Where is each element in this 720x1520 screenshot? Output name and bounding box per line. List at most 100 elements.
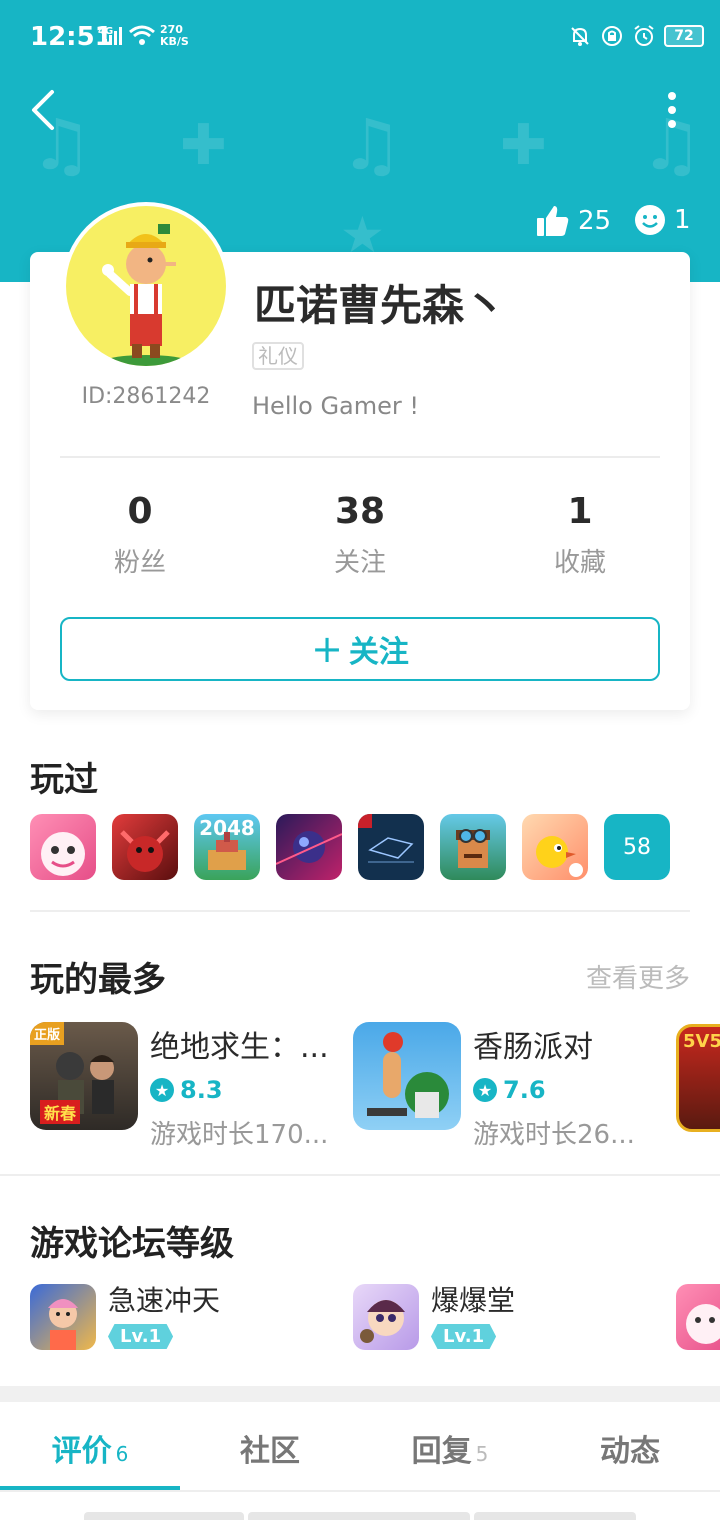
- tab-activity[interactable]: 动态: [540, 1426, 720, 1470]
- follow-button[interactable]: + 关注: [60, 617, 660, 681]
- partial-forum-game-icon[interactable]: [676, 1284, 720, 1350]
- like-count-value: 25: [578, 206, 612, 236]
- tab-count: 5: [475, 1442, 489, 1466]
- play-time: 游戏时长26...: [473, 1120, 635, 1150]
- gamepad-decoration-icon: ✚: [500, 113, 547, 178]
- partial-game-icon[interactable]: 5V5: [676, 1024, 720, 1132]
- 2048-game-icon[interactable]: 2048: [194, 814, 260, 880]
- status-bar: 12:51 4G 270 KB/S 72: [0, 0, 720, 72]
- tab-label: 回复: [411, 1434, 472, 1469]
- content-card-edge: [474, 1512, 636, 1520]
- signal-icon: [104, 27, 122, 45]
- forum-level-item[interactable]: 爆爆堂 Lv.1: [353, 1284, 515, 1350]
- yellow-bird-game-icon[interactable]: [522, 814, 588, 880]
- game-name: 绝地求生：...: [150, 1030, 329, 1065]
- level-badge: Lv.1: [431, 1324, 497, 1349]
- user-bio: Hello Gamer !: [252, 392, 420, 420]
- partial-game-icon-text: 5V5: [683, 1031, 720, 1052]
- game-score: ★ 8.3: [150, 1076, 340, 1104]
- most-played-info: 香肠派对 ★ 7.6 游戏时长26...: [473, 1022, 663, 1151]
- red-creature-game-icon[interactable]: [112, 814, 178, 880]
- pinocchio-avatar-image: [66, 206, 226, 366]
- username: 匹诺曹先森丶: [254, 281, 507, 330]
- forum-level-info: 爆爆堂 Lv.1: [431, 1284, 515, 1350]
- sausage-party-game-icon: [353, 1022, 461, 1130]
- tab-label: 动态: [600, 1434, 660, 1469]
- forum-name: 爆爆堂: [431, 1284, 516, 1317]
- smiley-icon: [635, 205, 665, 235]
- tab-replies[interactable]: 回复 5: [360, 1426, 540, 1470]
- section-divider: [30, 910, 690, 912]
- chevron-left-icon: [32, 90, 54, 130]
- pubg-game-icon: 正版 新春: [30, 1022, 138, 1130]
- stat-value: 0: [127, 491, 153, 532]
- played-games-row: 2048 58: [30, 814, 670, 880]
- stat-value: 1: [567, 491, 593, 532]
- user-id: ID:2861242: [81, 384, 211, 409]
- most-played-item[interactable]: 香肠派对 ★ 7.6 游戏时长26...: [353, 1022, 663, 1151]
- forum-level-info: 急速冲天 Lv.1: [108, 1284, 220, 1350]
- pilot-character-game-icon[interactable]: [440, 814, 506, 880]
- most-played-section-title: 玩的最多: [30, 960, 166, 1000]
- forum-game-icon: [353, 1284, 419, 1350]
- game-score-value: 7.6: [503, 1076, 546, 1104]
- tab-label: 评价: [51, 1434, 112, 1469]
- star-icon: ★: [150, 1078, 174, 1102]
- game-score: ★ 7.6: [473, 1076, 663, 1104]
- section-gap: [0, 1386, 720, 1402]
- section-divider: [0, 1174, 720, 1176]
- played-section-title: 玩过: [30, 760, 98, 800]
- blueprint-game-icon[interactable]: [358, 814, 424, 880]
- level-badge: Lv.1: [108, 1324, 174, 1349]
- more-options-button[interactable]: [664, 90, 680, 130]
- battery-icon: 72: [664, 25, 704, 47]
- forum-level-item[interactable]: 急速冲天 Lv.1: [30, 1284, 220, 1350]
- back-button[interactable]: [24, 88, 64, 132]
- stat-label: 关注: [333, 548, 386, 578]
- wifi-icon: [129, 25, 155, 45]
- card-divider: [60, 456, 660, 458]
- plus-icon: +: [311, 627, 343, 671]
- game-score-value: 8.3: [180, 1076, 223, 1104]
- see-more-link[interactable]: 查看更多: [586, 958, 690, 995]
- profile-page: ♫ ✚ ♫ ✚ ♫ ★ 12:51 4G 270 KB/S 72 25 1 ID…: [0, 0, 720, 1520]
- tab-count: 6: [115, 1442, 129, 1466]
- most-played-info: 绝地求生：... ★ 8.3 游戏时长170...: [150, 1022, 340, 1151]
- tab-label: 社区: [240, 1434, 300, 1469]
- visitor-count-value: 1: [674, 205, 691, 235]
- alarm-icon: [634, 25, 654, 46]
- stat-favorites[interactable]: 1 收藏: [500, 490, 660, 579]
- network-speed: 270 KB/S: [160, 24, 189, 48]
- stat-label: 收藏: [553, 548, 606, 578]
- follow-button-label: 关注: [348, 635, 409, 670]
- most-played-item[interactable]: 正版 新春 绝地求生：... ★ 8.3 游戏时长170...: [30, 1022, 340, 1151]
- status-icons: 72: [568, 24, 704, 48]
- music-note-decoration-icon: ♫: [340, 104, 403, 186]
- content-card-edge: [248, 1512, 470, 1520]
- forum-level-section-title: 游戏论坛等级: [30, 1224, 234, 1264]
- forum-game-icon: [30, 1284, 96, 1350]
- star-icon: ★: [473, 1078, 497, 1102]
- speed-unit: KB/S: [160, 35, 189, 48]
- play-time: 游戏时长170...: [150, 1120, 329, 1150]
- gamepad-decoration-icon: ✚: [180, 113, 227, 178]
- avatar[interactable]: [62, 202, 230, 370]
- pink-monster-game-icon[interactable]: [30, 814, 96, 880]
- content-card-edge: [84, 1512, 244, 1520]
- played-more-count[interactable]: 58: [604, 814, 670, 880]
- tab-community[interactable]: 社区: [180, 1426, 360, 1470]
- game-name: 香肠派对: [473, 1030, 593, 1065]
- forum-name: 急速冲天: [108, 1284, 221, 1317]
- space-ball-game-icon[interactable]: [276, 814, 342, 880]
- thumbs-up-icon: [537, 206, 569, 236]
- visitor-count[interactable]: 1: [634, 204, 691, 236]
- user-tag-badge: 礼仪: [252, 342, 304, 370]
- profile-tabs: 评价 6 社区 回复 5 动态: [0, 1402, 720, 1492]
- stat-following[interactable]: 38 关注: [280, 490, 440, 579]
- tab-reviews[interactable]: 评价 6: [0, 1426, 180, 1470]
- stat-fans[interactable]: 0 粉丝: [60, 490, 220, 579]
- bell-off-icon: [571, 27, 589, 46]
- stat-label: 粉丝: [113, 548, 166, 578]
- like-count[interactable]: 25: [536, 204, 611, 238]
- stat-value: 38: [334, 491, 386, 532]
